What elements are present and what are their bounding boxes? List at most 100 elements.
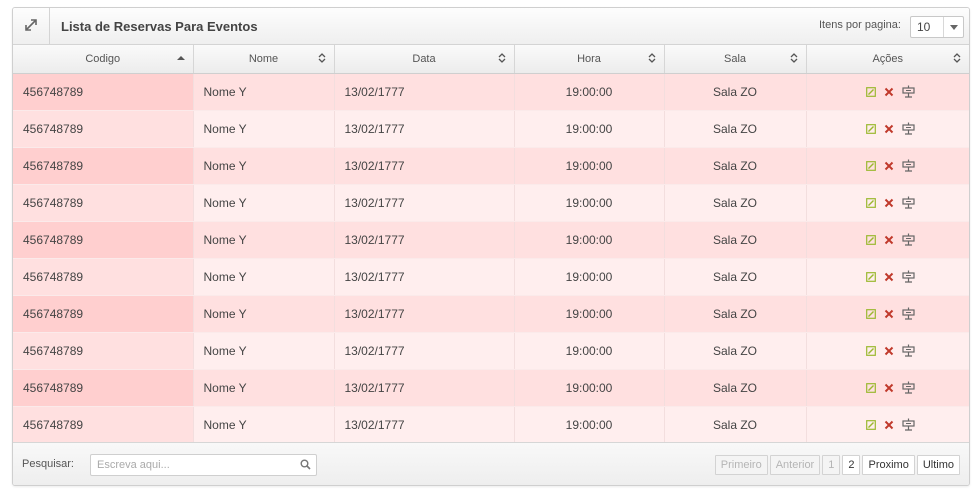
expand-button[interactable] bbox=[13, 8, 50, 45]
projector-icon[interactable] bbox=[902, 122, 915, 135]
search-icon[interactable] bbox=[300, 459, 311, 473]
cell-hora: 19:00:00 bbox=[514, 110, 665, 148]
column-header-hora[interactable]: Hora bbox=[514, 45, 665, 74]
cell-acoes bbox=[806, 184, 969, 222]
cell-sala: Sala ZO bbox=[664, 73, 807, 111]
pagination-last-button[interactable]: Ultimo bbox=[916, 455, 960, 475]
pagination-page-1[interactable]: 1 bbox=[822, 455, 841, 475]
cell-hora: 19:00:00 bbox=[514, 295, 665, 333]
edit-icon[interactable] bbox=[866, 234, 877, 245]
cell-sala: Sala ZO bbox=[664, 369, 807, 407]
projector-icon[interactable] bbox=[902, 196, 915, 209]
delete-icon[interactable] bbox=[884, 272, 894, 282]
cell-data: 13/02/1777 bbox=[334, 332, 515, 370]
sort-icon bbox=[953, 53, 961, 66]
projector-icon[interactable] bbox=[902, 307, 915, 320]
cell-hora: 19:00:00 bbox=[514, 258, 665, 296]
row-actions bbox=[817, 381, 960, 394]
delete-icon[interactable] bbox=[884, 87, 894, 97]
table-row[interactable]: 456748789 Nome Y 13/02/1777 19:00:00 Sala ZO bbox=[13, 406, 969, 444]
panel-footer: Pesquisar: Primeiro Anterior 1 2 Proximo… bbox=[13, 442, 969, 485]
cell-nome: Nome Y bbox=[193, 184, 335, 222]
table-row[interactable]: 456748789 Nome Y 13/02/1777 19:00:00 Sala ZO bbox=[13, 184, 969, 222]
row-actions bbox=[817, 159, 960, 172]
edit-icon[interactable] bbox=[866, 123, 877, 134]
edit-icon[interactable] bbox=[866, 160, 877, 171]
column-header-data[interactable]: Data bbox=[334, 45, 515, 74]
row-actions bbox=[817, 233, 960, 246]
cell-sala: Sala ZO bbox=[664, 406, 807, 444]
pagination: Primeiro Anterior 1 2 Proximo Ultimo bbox=[714, 455, 960, 475]
pagination-next-button[interactable]: Proximo bbox=[862, 455, 915, 475]
cell-acoes bbox=[806, 295, 969, 333]
projector-icon[interactable] bbox=[902, 344, 915, 357]
cell-acoes bbox=[806, 258, 969, 296]
table-row[interactable]: 456748789 Nome Y 13/02/1777 19:00:00 Sala ZO bbox=[13, 295, 969, 333]
projector-icon[interactable] bbox=[902, 418, 915, 431]
expand-icon bbox=[24, 18, 38, 35]
pagination-page-2[interactable]: 2 bbox=[842, 455, 861, 475]
cell-sala: Sala ZO bbox=[664, 147, 807, 185]
edit-icon[interactable] bbox=[866, 419, 877, 430]
sort-icon bbox=[498, 53, 506, 66]
cell-codigo: 456748789 bbox=[13, 184, 194, 222]
row-actions bbox=[817, 122, 960, 135]
cell-codigo: 456748789 bbox=[13, 406, 194, 444]
table-row[interactable]: 456748789 Nome Y 13/02/1777 19:00:00 Sala ZO bbox=[13, 258, 969, 296]
cell-hora: 19:00:00 bbox=[514, 147, 665, 185]
search-input[interactable] bbox=[91, 455, 291, 475]
search-box bbox=[90, 454, 317, 476]
delete-icon[interactable] bbox=[884, 420, 894, 430]
table-row[interactable]: 456748789 Nome Y 13/02/1777 19:00:00 Sala ZO bbox=[13, 221, 969, 259]
projector-icon[interactable] bbox=[902, 85, 915, 98]
cell-nome: Nome Y bbox=[193, 147, 335, 185]
delete-icon[interactable] bbox=[884, 235, 894, 245]
table-row[interactable]: 456748789 Nome Y 13/02/1777 19:00:00 Sala ZO bbox=[13, 147, 969, 185]
cell-nome: Nome Y bbox=[193, 110, 335, 148]
cell-data: 13/02/1777 bbox=[334, 147, 515, 185]
delete-icon[interactable] bbox=[884, 383, 894, 393]
cell-nome: Nome Y bbox=[193, 295, 335, 333]
pagination-first-button[interactable]: Primeiro bbox=[714, 455, 768, 475]
row-actions bbox=[817, 344, 960, 357]
delete-icon[interactable] bbox=[884, 309, 894, 319]
cell-sala: Sala ZO bbox=[664, 258, 807, 296]
edit-icon[interactable] bbox=[866, 197, 877, 208]
cell-nome: Nome Y bbox=[193, 221, 335, 259]
edit-icon[interactable] bbox=[866, 271, 877, 282]
cell-acoes bbox=[806, 73, 969, 111]
edit-icon[interactable] bbox=[866, 86, 877, 97]
edit-icon[interactable] bbox=[866, 308, 877, 319]
table-row[interactable]: 456748789 Nome Y 13/02/1777 19:00:00 Sala ZO bbox=[13, 110, 969, 148]
column-header-acoes[interactable]: Ações bbox=[806, 45, 969, 74]
projector-icon[interactable] bbox=[902, 381, 915, 394]
sort-icon bbox=[790, 53, 798, 66]
reservations-table: Codigo Nome Data Hora Sala Ações 4567487… bbox=[13, 45, 969, 444]
cell-data: 13/02/1777 bbox=[334, 406, 515, 444]
cell-acoes bbox=[806, 147, 969, 185]
delete-icon[interactable] bbox=[884, 124, 894, 134]
table-row[interactable]: 456748789 Nome Y 13/02/1777 19:00:00 Sala ZO bbox=[13, 369, 969, 407]
cell-nome: Nome Y bbox=[193, 73, 335, 111]
items-per-page-select[interactable]: 10 bbox=[910, 16, 964, 38]
projector-icon[interactable] bbox=[902, 159, 915, 172]
cell-sala: Sala ZO bbox=[664, 221, 807, 259]
column-header-nome[interactable]: Nome bbox=[193, 45, 335, 74]
table-row[interactable]: 456748789 Nome Y 13/02/1777 19:00:00 Sala ZO bbox=[13, 332, 969, 370]
projector-icon[interactable] bbox=[902, 233, 915, 246]
delete-icon[interactable] bbox=[884, 198, 894, 208]
projector-icon[interactable] bbox=[902, 270, 915, 283]
row-actions bbox=[817, 418, 960, 431]
cell-sala: Sala ZO bbox=[664, 184, 807, 222]
column-header-codigo[interactable]: Codigo bbox=[13, 45, 194, 74]
pagination-previous-button[interactable]: Anterior bbox=[769, 455, 821, 475]
table-row[interactable]: 456748789 Nome Y 13/02/1777 19:00:00 Sala ZO bbox=[13, 73, 969, 111]
column-header-sala[interactable]: Sala bbox=[664, 45, 807, 74]
edit-icon[interactable] bbox=[866, 382, 877, 393]
cell-hora: 19:00:00 bbox=[514, 406, 665, 444]
delete-icon[interactable] bbox=[884, 161, 894, 171]
delete-icon[interactable] bbox=[884, 346, 894, 356]
edit-icon[interactable] bbox=[866, 345, 877, 356]
cell-sala: Sala ZO bbox=[664, 332, 807, 370]
cell-nome: Nome Y bbox=[193, 406, 335, 444]
